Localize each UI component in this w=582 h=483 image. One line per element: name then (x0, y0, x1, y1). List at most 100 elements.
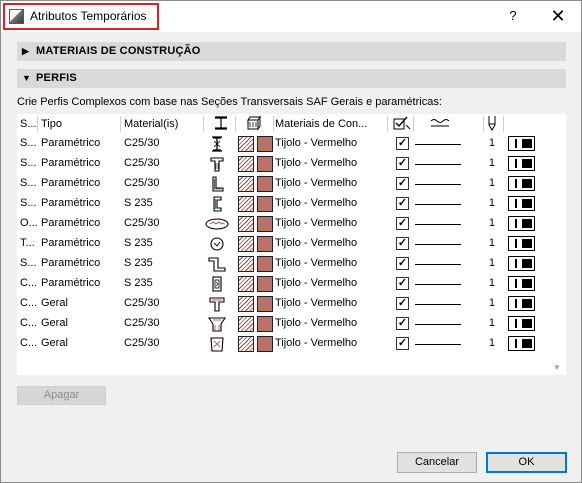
row-building-material[interactable]: Tijolo - Vermelho (275, 317, 387, 329)
override-checkbox[interactable]: ✓ (396, 197, 409, 210)
delete-button[interactable]: Apagar (17, 386, 106, 405)
override-checkbox[interactable]: ✓ (396, 257, 409, 270)
surface-color-swatch[interactable] (257, 216, 273, 232)
cancel-button[interactable]: Cancelar (397, 452, 477, 473)
pen-selector[interactable] (508, 296, 535, 311)
cut-fill-swatch[interactable] (238, 336, 254, 352)
cut-fill-swatch[interactable] (238, 316, 254, 332)
pen-selector[interactable] (508, 176, 535, 191)
line-type-sample[interactable] (415, 184, 461, 185)
table-row[interactable]: C... Geral C25/30 Tijolo - Vermelho ✓ 1 (17, 334, 566, 354)
cut-fill-swatch[interactable] (238, 256, 254, 272)
section-materials-label: MATERIAIS DE CONSTRUÇÃO (36, 45, 201, 57)
line-type-sample[interactable] (415, 244, 461, 245)
line-type-sample[interactable] (415, 324, 461, 325)
table-row[interactable]: S... Paramétrico S 235 Tijolo - Vermelho ✓ 1 (17, 254, 566, 274)
pen-selector[interactable] (508, 136, 535, 151)
profile-shape-icon[interactable] (213, 115, 229, 134)
row-building-material[interactable]: Tijolo - Vermelho (275, 297, 387, 309)
table-row[interactable]: T... Paramétrico S 235 Tijolo - Vermelho ✓ 1 (17, 234, 566, 254)
header-type[interactable]: Tipo (41, 118, 121, 130)
override-checkbox[interactable]: ✓ (396, 297, 409, 310)
cut-fill-swatch[interactable] (238, 236, 254, 252)
row-building-material[interactable]: Tijolo - Vermelho (275, 197, 387, 209)
surface-color-swatch[interactable] (257, 296, 273, 312)
surface-color-swatch[interactable] (257, 236, 273, 252)
surface-color-swatch[interactable] (257, 136, 273, 152)
override-checkbox[interactable]: ✓ (396, 217, 409, 230)
row-name: S... (20, 157, 37, 169)
override-checkbox[interactable]: ✓ (396, 157, 409, 170)
pen-selector[interactable] (508, 156, 535, 171)
line-type-sample[interactable] (415, 204, 461, 205)
cut-fill-swatch[interactable] (238, 136, 254, 152)
cut-fill-swatch[interactable] (238, 156, 254, 172)
surface-icon[interactable] (246, 115, 264, 134)
ok-button[interactable]: OK (486, 452, 567, 473)
row-building-material[interactable]: Tijolo - Vermelho (275, 337, 387, 349)
header-building-material[interactable]: Materiais de Con... (275, 118, 385, 130)
row-building-material[interactable]: Tijolo - Vermelho (275, 257, 387, 269)
table-row[interactable]: S... Paramétrico C25/30 Tijolo - Vermelho ✓ 1 (17, 134, 566, 154)
line-type-sample[interactable] (415, 264, 461, 265)
surface-color-swatch[interactable] (257, 256, 273, 272)
override-checkbox[interactable]: ✓ (396, 277, 409, 290)
cut-fill-swatch[interactable] (238, 196, 254, 212)
table-row[interactable]: S... Paramétrico C25/30 Tijolo - Vermelho ✓ 1 (17, 154, 566, 174)
table-row[interactable]: O... Paramétrico C25/30 Tijolo - Vermelho ✓ 1 (17, 214, 566, 234)
header-name[interactable]: S... (20, 118, 38, 130)
override-checkbox[interactable]: ✓ (396, 337, 409, 350)
pen-selector[interactable] (508, 336, 535, 351)
surface-color-swatch[interactable] (257, 316, 273, 332)
table-row[interactable]: S... Paramétrico C25/30 Tijolo - Vermelho ✓ 1 (17, 174, 566, 194)
scroll-down-arrow-icon[interactable]: ▼ (553, 363, 561, 372)
cut-fill-swatch[interactable] (238, 276, 254, 292)
surface-color-swatch[interactable] (257, 156, 273, 172)
row-material: C25/30 (124, 337, 160, 349)
row-material: C25/30 (124, 297, 160, 309)
pen-selector[interactable] (508, 276, 535, 291)
pen-selector[interactable] (508, 316, 535, 331)
override-check-icon[interactable] (392, 115, 412, 134)
pen-selector[interactable] (508, 196, 535, 211)
cut-fill-swatch[interactable] (238, 296, 254, 312)
override-checkbox[interactable]: ✓ (396, 177, 409, 190)
override-checkbox[interactable]: ✓ (396, 317, 409, 330)
row-building-material[interactable]: Tijolo - Vermelho (275, 157, 387, 169)
override-checkbox[interactable]: ✓ (396, 237, 409, 250)
help-button[interactable]: ? (498, 6, 528, 26)
row-name: S... (20, 197, 37, 209)
pen-selector[interactable] (508, 236, 535, 251)
section-materials-header[interactable]: ▶ MATERIAIS DE CONSTRUÇÃO (17, 42, 566, 61)
line-type-sample[interactable] (415, 164, 461, 165)
section-profiles-header[interactable]: ▼ PERFIS (17, 69, 566, 88)
row-building-material[interactable]: Tijolo - Vermelho (275, 177, 387, 189)
table-row[interactable]: C... Paramétrico S 235 Tijolo - Vermelho ✓ 1 (17, 274, 566, 294)
close-button[interactable]: ✕ (543, 5, 573, 27)
line-type-sample[interactable] (415, 224, 461, 225)
row-building-material[interactable]: Tijolo - Vermelho (275, 137, 387, 149)
line-type-sample[interactable] (415, 144, 461, 145)
line-type-sample[interactable] (415, 304, 461, 305)
pen-icon[interactable] (487, 115, 497, 134)
row-building-material[interactable]: Tijolo - Vermelho (275, 237, 387, 249)
override-checkbox[interactable]: ✓ (396, 137, 409, 150)
header-material[interactable]: Material(is) (124, 118, 204, 130)
cut-fill-swatch[interactable] (238, 216, 254, 232)
table-row[interactable]: S... Paramétrico S 235 Tijolo - Vermelho ✓ 1 (17, 194, 566, 214)
pen-selector[interactable] (508, 256, 535, 271)
surface-color-swatch[interactable] (257, 196, 273, 212)
line-type-sample[interactable] (415, 284, 461, 285)
surface-color-swatch[interactable] (257, 176, 273, 192)
line-type-icon[interactable] (429, 115, 451, 134)
row-building-material[interactable]: Tijolo - Vermelho (275, 277, 387, 289)
surface-color-swatch[interactable] (257, 336, 273, 352)
surface-color-swatch[interactable] (257, 276, 273, 292)
table-row[interactable]: C... Geral C25/30 Tijolo - Vermelho ✓ 1 (17, 294, 566, 314)
pen-selector[interactable] (508, 216, 535, 231)
row-pen-number: 1 (488, 317, 495, 329)
row-building-material[interactable]: Tijolo - Vermelho (275, 217, 387, 229)
cut-fill-swatch[interactable] (238, 176, 254, 192)
table-row[interactable]: C... Geral C25/30 Tijolo - Vermelho ✓ 1 (17, 314, 566, 334)
line-type-sample[interactable] (415, 344, 461, 345)
